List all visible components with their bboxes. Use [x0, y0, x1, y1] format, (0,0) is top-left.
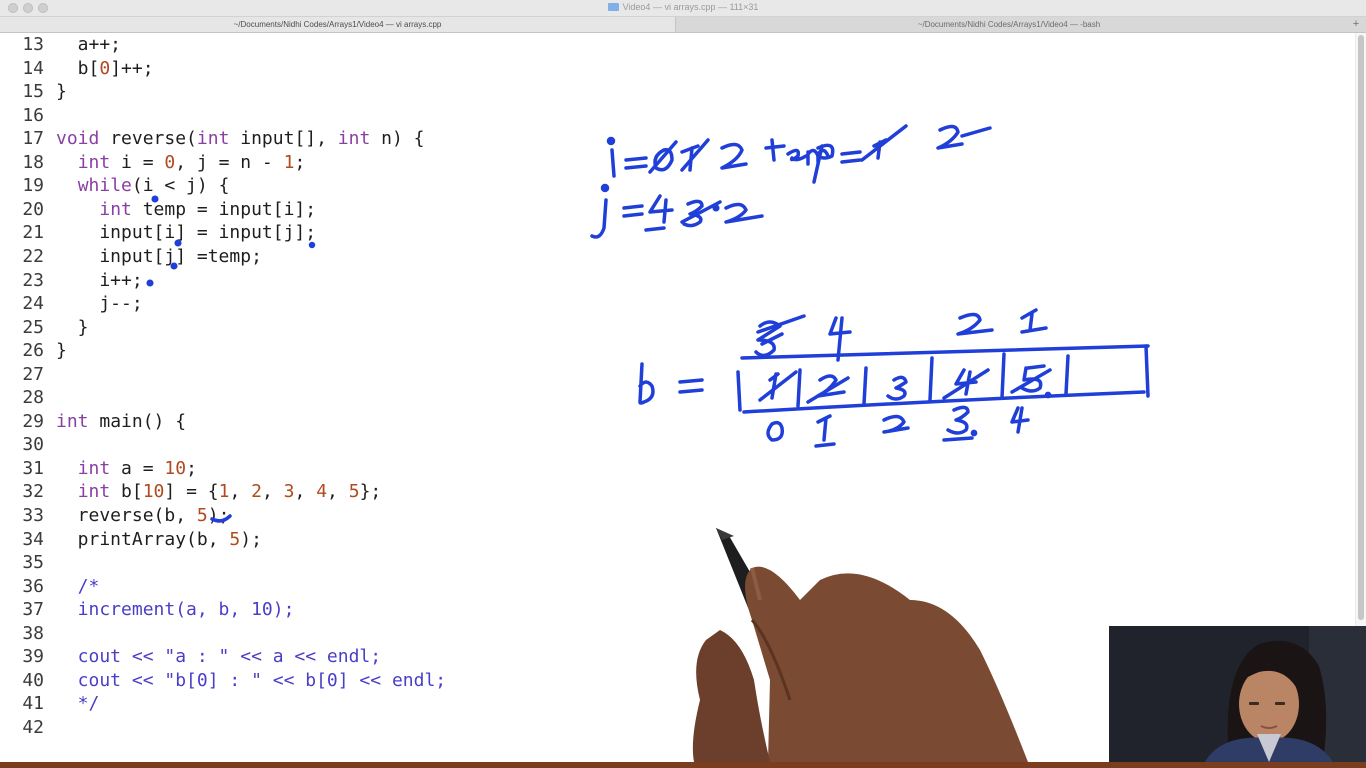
terminal-window: Video4 — vi arrays.cpp — 111×31 ~/Docume… — [0, 0, 1366, 762]
code-text: } — [56, 81, 67, 103]
code-text: reverse(b, 5); — [56, 505, 230, 526]
code-line[interactable]: 30 — [0, 433, 56, 456]
line-number: 24 — [22, 293, 44, 315]
code-line[interactable]: 39 cout << "a : " << a << endl; — [0, 645, 381, 668]
line-number: 19 — [22, 175, 44, 197]
line-number: 26 — [22, 340, 44, 362]
code-text: cout << "b[0] : " << b[0] << endl; — [56, 669, 447, 691]
tab-vi-arrays[interactable]: ~/Documents/Nidhi Codes/Arrays1/Video4 —… — [0, 17, 676, 32]
code-line[interactable]: 26} — [0, 339, 67, 362]
line-number: 30 — [22, 434, 44, 456]
tab-bash[interactable]: ~/Documents/Nidhi Codes/Arrays1/Video4 —… — [676, 17, 1342, 32]
line-number: 20 — [22, 198, 44, 220]
code-line[interactable]: 36 /* — [0, 575, 99, 598]
new-tab-button[interactable]: + — [1346, 17, 1366, 32]
code-text: b[0]++; — [56, 57, 154, 79]
code-text: increment(a, b, 10); — [56, 599, 295, 621]
code-text: int b[10] = {1, 2, 3, 4, 5}; — [77, 481, 382, 503]
line-number: 41 — [22, 693, 44, 715]
line-number: 25 — [22, 316, 44, 338]
folder-icon — [607, 3, 619, 11]
line-number: 42 — [22, 716, 44, 738]
code-text: /* — [56, 575, 100, 597]
code-text: int main() { — [56, 410, 187, 432]
code-text: a++; — [56, 34, 122, 55]
line-number: 28 — [22, 387, 44, 409]
code-line[interactable]: 29 int main() { — [0, 410, 186, 433]
line-number: 39 — [22, 646, 44, 668]
bottom-strip — [0, 762, 1366, 768]
code-line[interactable]: 16 — [0, 104, 56, 127]
tab-bar: ~/Documents/Nidhi Codes/Arrays1/Video4 —… — [0, 17, 1366, 33]
presenter-video — [1109, 626, 1366, 762]
line-number: 17 — [22, 128, 44, 150]
code-line[interactable]: 22 input[j] =temp; — [0, 245, 262, 268]
code-text: j--; — [56, 293, 143, 315]
line-number: 14 — [22, 57, 44, 79]
code-text: cout << "a : " << a << endl; — [56, 646, 382, 668]
code-line[interactable]: 32 int b[10] = {1, 2, 3, 4, 5}; — [0, 480, 381, 503]
code-line[interactable]: 34 printArray(b, 5); — [0, 528, 262, 551]
line-number: 37 — [22, 599, 44, 621]
code-line[interactable]: 35 — [0, 551, 56, 574]
code-line[interactable]: 37 increment(a, b, 10); — [0, 598, 294, 621]
line-number: 29 — [22, 410, 44, 432]
code-line[interactable]: 40 cout << "b[0] : " << b[0] << endl; — [0, 669, 446, 692]
code-line[interactable]: 38 — [0, 622, 56, 645]
line-number: 35 — [22, 552, 44, 574]
line-number: 40 — [22, 669, 44, 691]
code-text: input[j] =temp; — [56, 245, 262, 267]
code-text: } — [56, 316, 89, 338]
line-number: 22 — [22, 245, 44, 267]
line-number: 23 — [22, 269, 44, 291]
code-line[interactable]: 17 void reverse(int input[], int n) { — [0, 127, 425, 150]
code-text: i++; — [56, 269, 143, 291]
code-text: while(i < j) { — [77, 175, 230, 197]
code-line[interactable]: 23 i++; — [0, 269, 143, 292]
window-title: Video4 — vi arrays.cpp — 111×31 — [0, 2, 1366, 12]
line-number: 31 — [22, 457, 44, 479]
title-bar[interactable]: Video4 — vi arrays.cpp — 111×31 — [0, 0, 1366, 17]
code-line[interactable]: 24 j--; — [0, 292, 143, 315]
line-number: 15 — [22, 81, 44, 103]
code-line[interactable]: 41 */ — [0, 692, 99, 715]
scroll-thumb[interactable] — [1358, 35, 1364, 620]
line-number: 33 — [22, 505, 44, 526]
line-number: 27 — [22, 363, 44, 385]
code-text: printArray(b, 5); — [56, 528, 262, 550]
line-number: 13 — [22, 34, 44, 55]
code-text: input[i] = input[j]; — [56, 222, 317, 244]
code-line[interactable]: 20 int temp = input[i]; — [0, 198, 316, 221]
line-number: 38 — [22, 622, 44, 644]
code-line[interactable]: 15} — [0, 80, 67, 103]
code-line[interactable]: 33 reverse(b, 5); — [0, 504, 229, 527]
line-number: 16 — [22, 104, 44, 126]
webcam-overlay — [1109, 626, 1366, 762]
code-text: int a = 10; — [77, 457, 197, 479]
code-line[interactable]: 28 — [0, 386, 56, 409]
code-text: int temp = input[i]; — [99, 198, 317, 220]
code-line[interactable]: 27 — [0, 363, 56, 386]
code-line[interactable]: 19 while(i < j) { — [0, 174, 229, 197]
line-number: 36 — [22, 575, 44, 597]
code-line[interactable]: 42 — [0, 716, 56, 739]
line-number: 34 — [22, 528, 44, 550]
code-text: void reverse(int input[], int n) { — [56, 128, 425, 150]
code-line[interactable]: 25 } — [0, 316, 89, 339]
code-line[interactable]: 31 int a = 10; — [0, 457, 197, 480]
code-text: */ — [56, 693, 100, 715]
code-text: int i = 0, j = n - 1; — [77, 151, 306, 173]
code-line[interactable]: 13 a++; — [0, 33, 121, 56]
code-line[interactable]: 21 input[i] = input[j]; — [0, 221, 316, 244]
line-number: 21 — [22, 222, 44, 244]
code-text: } — [56, 340, 67, 362]
line-number: 32 — [22, 481, 44, 503]
code-line[interactable]: 18 int i = 0, j = n - 1; — [0, 151, 305, 174]
line-number: 18 — [22, 151, 44, 173]
code-line[interactable]: 14 b[0]++; — [0, 57, 154, 80]
window-title-text: Video4 — vi arrays.cpp — 111×31 — [622, 2, 759, 12]
